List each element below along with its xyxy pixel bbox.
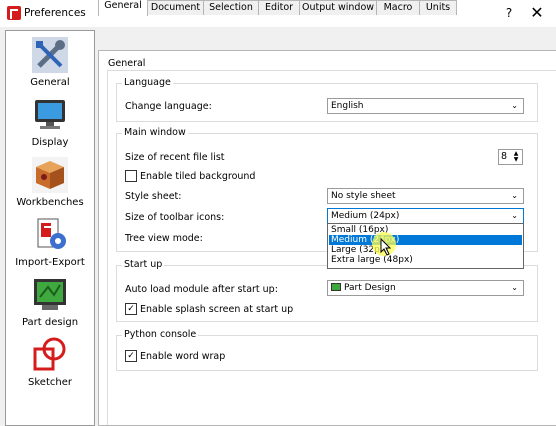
- tiled-background-checkbox[interactable]: [125, 170, 137, 182]
- spin-down-icon[interactable]: ▼: [511, 157, 521, 163]
- window-title: Preferences: [24, 7, 86, 19]
- startup-group-title: Start up: [122, 259, 165, 270]
- tab-units[interactable]: Units: [419, 0, 457, 15]
- monitor-icon: [35, 100, 65, 129]
- part-design-small-icon: [331, 283, 341, 291]
- dropdown-option-medium[interactable]: Medium (24px): [329, 235, 522, 245]
- toolbar-icons-dropdown-list: Small (16px) Medium (24px) Large (32px) …: [327, 223, 524, 269]
- chevron-down-icon: ⌄: [511, 283, 518, 292]
- splash-screen-checkbox[interactable]: ✓: [125, 303, 137, 315]
- wrench-screwdriver-icon: [32, 37, 68, 73]
- splash-screen-label: Enable splash screen at start up: [140, 304, 294, 315]
- autoload-value: Part Design: [344, 283, 396, 293]
- chevron-down-icon: ⌄: [511, 211, 518, 220]
- tab-output-window[interactable]: Output window: [299, 0, 377, 15]
- tiled-background-label: Enable tiled background: [140, 171, 256, 182]
- dropdown-option-large[interactable]: Large (32px): [329, 245, 522, 255]
- recent-files-spinbox[interactable]: 8 ▲ ▼: [498, 149, 523, 165]
- language-group-title: Language: [122, 77, 173, 88]
- python-console-group-title: Python console: [122, 329, 199, 340]
- tab-editor[interactable]: Editor: [258, 0, 300, 15]
- toolbar-icons-combo[interactable]: Medium (24px) ⌄: [327, 208, 524, 224]
- autoload-label: Auto load module after start up:: [125, 284, 278, 295]
- general-group-title: General: [108, 58, 146, 69]
- toolbar-icons-label: Size of toolbar icons:: [125, 212, 225, 223]
- help-button[interactable]: ?: [501, 5, 517, 21]
- freecad-app-icon: [7, 6, 21, 20]
- main-window-group-title: Main window: [122, 127, 188, 138]
- sketcher-icon: [33, 337, 66, 371]
- recent-files-value: 8: [501, 151, 508, 162]
- chevron-down-icon: ⌄: [511, 101, 518, 110]
- toolbar-icons-value: Medium (24px): [331, 211, 400, 221]
- style-sheet-value: No style sheet: [331, 191, 396, 201]
- autoload-module-combo[interactable]: Part Design ⌄: [327, 280, 524, 296]
- part-design-icon: [34, 279, 66, 310]
- dropdown-option-small[interactable]: Small (16px): [329, 225, 522, 235]
- tree-view-label: Tree view mode:: [125, 233, 203, 244]
- word-wrap-label: Enable word wrap: [140, 351, 226, 362]
- close-button[interactable]: ✕: [527, 3, 547, 23]
- workbench-cube-icon: [32, 157, 68, 193]
- import-export-gear-icon: [37, 218, 66, 249]
- language-value: English: [331, 101, 364, 111]
- recent-files-label: Size of recent file list: [125, 152, 225, 163]
- tab-selection[interactable]: Selection: [203, 0, 259, 15]
- preference-pages-list: General Display Workbenches Import-Expor…: [5, 30, 95, 426]
- tab-macro[interactable]: Macro: [376, 0, 420, 15]
- tab-document[interactable]: Document: [147, 0, 204, 15]
- page-label: Import-Export: [15, 257, 85, 268]
- chevron-down-icon: ⌄: [511, 191, 518, 200]
- page-label: Workbenches: [16, 197, 84, 208]
- style-sheet-combo[interactable]: No style sheet ⌄: [327, 188, 524, 204]
- word-wrap-checkbox[interactable]: ✓: [125, 350, 137, 362]
- mouse-pointer-icon: [380, 238, 392, 256]
- page-label: Part design: [21, 317, 79, 328]
- tab-general[interactable]: General: [98, 0, 148, 16]
- language-combo[interactable]: English ⌄: [327, 98, 524, 114]
- style-sheet-label: Style sheet:: [125, 191, 182, 202]
- page-label: General: [30, 77, 70, 88]
- page-label: Display: [31, 137, 69, 148]
- page-label: Sketcher: [28, 377, 72, 388]
- change-language-label: Change language:: [125, 101, 212, 112]
- dropdown-option-extra-large[interactable]: Extra large (48px): [329, 255, 522, 265]
